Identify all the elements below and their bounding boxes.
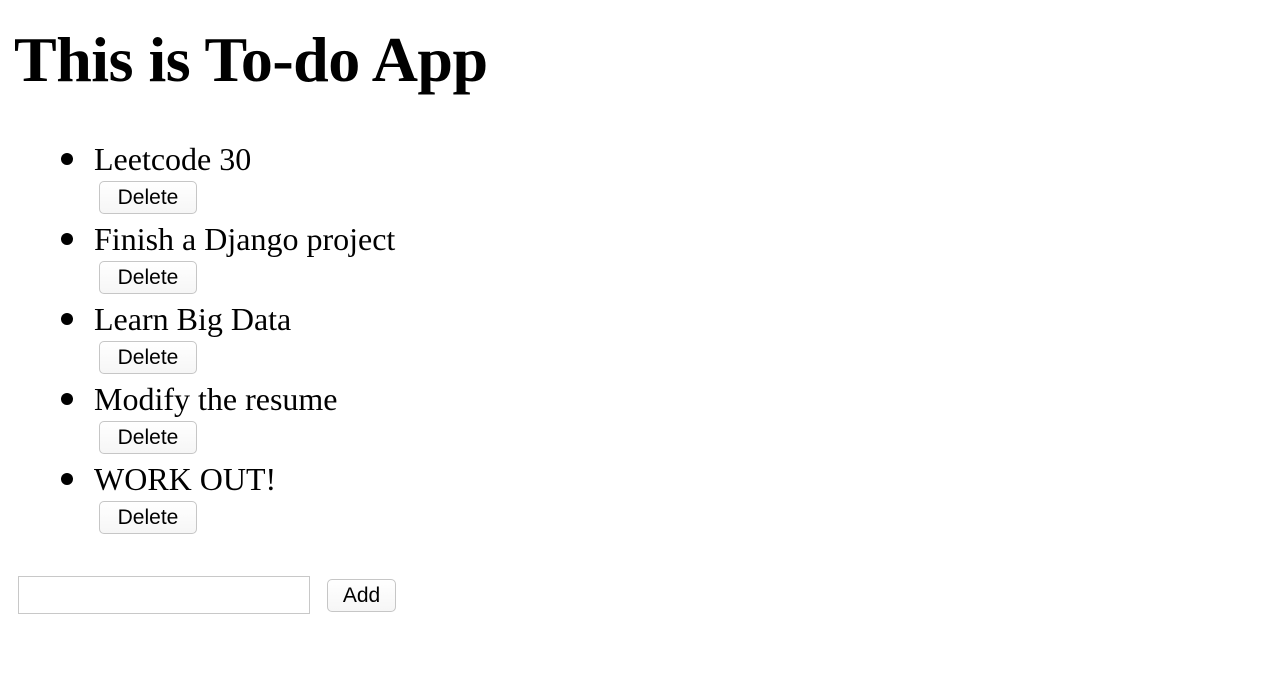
new-todo-input[interactable]: [18, 576, 310, 614]
todo-text: Leetcode 30: [94, 141, 252, 177]
add-button[interactable]: Add: [327, 579, 396, 612]
bullet-icon: [61, 233, 73, 245]
bullet-icon: [61, 473, 73, 485]
bullet-icon: [61, 153, 73, 165]
delete-button[interactable]: Delete: [99, 421, 197, 454]
page-title: This is To-do App: [14, 24, 488, 95]
todo-text: Modify the resume: [94, 381, 338, 417]
todo-text: Learn Big Data: [94, 301, 292, 337]
bullet-icon: [61, 313, 73, 325]
delete-button[interactable]: Delete: [99, 501, 197, 534]
delete-button[interactable]: Delete: [99, 341, 197, 374]
todo-text: Finish a Django project: [94, 221, 396, 257]
bullet-icon: [61, 393, 73, 405]
delete-button[interactable]: Delete: [99, 181, 197, 214]
delete-button[interactable]: Delete: [99, 261, 197, 294]
todo-text: WORK OUT!: [94, 461, 277, 497]
